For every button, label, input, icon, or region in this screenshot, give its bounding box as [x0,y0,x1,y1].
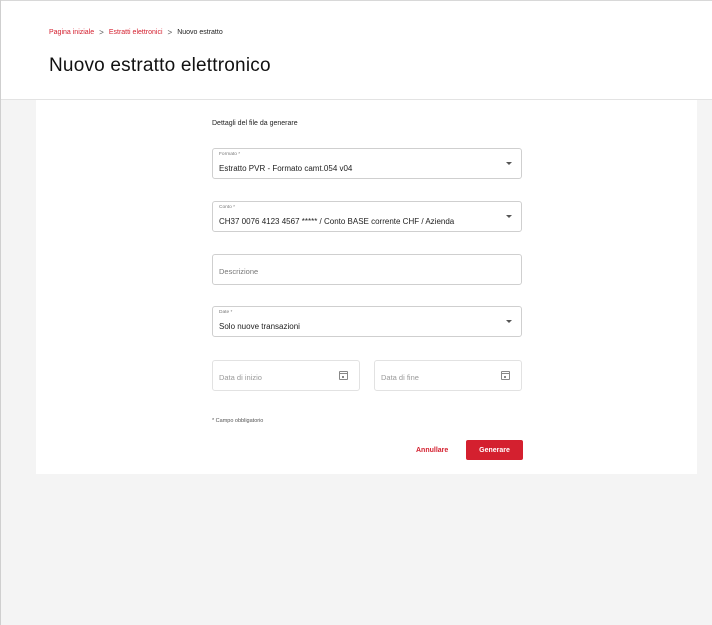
breadcrumb: Pagina iniziale > Estratti elettronici >… [49,28,223,37]
account-select[interactable]: Conto * CH37 0076 4123 4567 ***** / Cont… [212,201,522,232]
calendar-icon[interactable] [501,371,510,380]
generate-button[interactable]: Generare [466,440,523,460]
date-label: Date * [219,310,233,315]
breadcrumb-statements-link[interactable]: Estratti elettronici [109,29,163,36]
date-select[interactable]: Date * Solo nuove transazioni [212,306,522,337]
page-title: Nuovo estratto elettronico [49,55,271,76]
account-label: Conto * [219,205,235,210]
account-value: CH37 0076 4123 4567 ***** / Conto BASE c… [219,217,455,226]
chevron-down-icon [506,215,512,218]
format-select[interactable]: Formato * Estratto PVR - Formato camt.05… [212,148,522,179]
breadcrumb-separator: > [167,28,173,37]
cancel-button[interactable]: Annullare [416,441,448,459]
calendar-icon[interactable] [339,371,348,380]
chevron-down-icon [506,320,512,323]
format-value: Estratto PVR - Formato camt.054 v04 [219,164,353,173]
breadcrumb-home-link[interactable]: Pagina iniziale [49,29,94,36]
required-field-note: * Campo obbligatorio [212,418,264,424]
statement-form-card: Dettagli del file da generare Formato * … [36,100,697,474]
format-label: Formato * [219,152,241,157]
description-input[interactable]: Descrizione [212,254,522,285]
page-header: Pagina iniziale > Estratti elettronici >… [1,1,712,100]
end-date-input[interactable]: Data di fine [374,360,522,391]
breadcrumb-separator: > [99,28,104,37]
form-section-title: Dettagli del file da generare [212,120,298,127]
start-date-input[interactable]: Data di inizio [212,360,360,391]
description-placeholder: Descrizione [219,267,259,276]
start-date-placeholder: Data di inizio [219,373,262,382]
breadcrumb-current: Nuovo estratto [177,29,223,36]
chevron-down-icon [506,162,512,165]
date-value: Solo nuove transazioni [219,322,300,331]
end-date-placeholder: Data di fine [381,373,419,382]
